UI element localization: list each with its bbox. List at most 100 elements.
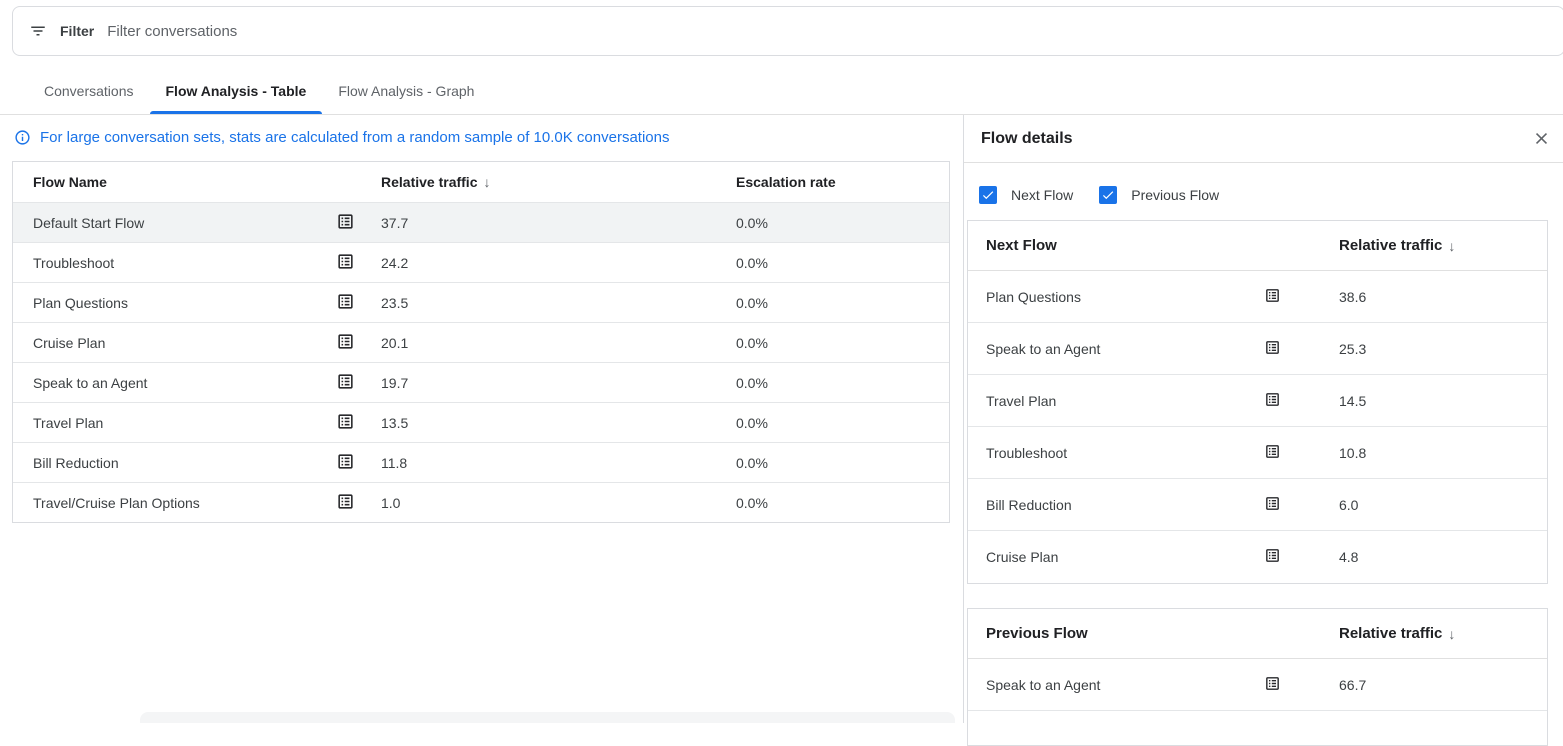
relative-traffic-value: 24.2 bbox=[381, 255, 736, 271]
list-alt-icon[interactable] bbox=[1264, 391, 1281, 408]
list-alt-icon[interactable] bbox=[1264, 675, 1281, 692]
list-alt-icon[interactable] bbox=[336, 332, 355, 351]
flow-table-row[interactable]: Bill Reduction 11.8 0.0% bbox=[13, 442, 949, 482]
column-header-flow-name: Flow Name bbox=[33, 174, 336, 190]
list-alt-icon[interactable] bbox=[336, 212, 355, 231]
flow-name: Travel Plan bbox=[986, 393, 1264, 409]
escalation-rate-value: 0.0% bbox=[736, 335, 949, 351]
panel-title: Flow details bbox=[981, 130, 1073, 148]
tab-bar: Conversations Flow Analysis - Table Flow… bbox=[0, 68, 1563, 115]
flow-table-row[interactable]: Default Start Flow 37.7 0.0% bbox=[13, 202, 949, 242]
flow-table-row[interactable]: Cruise Plan 20.1 0.0% bbox=[13, 322, 949, 362]
flow-table-header: Flow Name Relative traffic ↓ Escalation … bbox=[13, 162, 949, 202]
panel-flow-row[interactable]: Speak to an Agent 66.7 bbox=[968, 659, 1547, 711]
escalation-rate-value: 0.0% bbox=[736, 495, 949, 511]
info-banner: For large conversation sets, stats are c… bbox=[14, 129, 669, 146]
flow-name: Speak to an Agent bbox=[986, 341, 1264, 357]
filter-label: Filter bbox=[60, 23, 94, 39]
next-flow-table-body: Plan Questions 38.6 Speak to an Agent 25… bbox=[968, 271, 1547, 583]
flow-table-row[interactable]: Travel/Cruise Plan Options 1.0 0.0% bbox=[13, 482, 949, 522]
next-flow-traffic-header[interactable]: Relative traffic ↓ bbox=[1339, 237, 1547, 254]
relative-traffic-value: 1.0 bbox=[381, 495, 736, 511]
relative-traffic-value: 38.6 bbox=[1339, 289, 1547, 305]
previous-flow-table: Previous Flow Relative traffic ↓ Speak t… bbox=[967, 608, 1548, 746]
list-alt-icon[interactable] bbox=[1264, 495, 1281, 512]
next-flow-header: Next Flow bbox=[986, 237, 1264, 254]
list-alt-icon[interactable] bbox=[1264, 287, 1281, 304]
relative-traffic-value: 14.5 bbox=[1339, 393, 1547, 409]
list-alt-icon[interactable] bbox=[336, 252, 355, 271]
list-alt-icon[interactable] bbox=[336, 492, 355, 511]
flow-table-row[interactable]: Travel Plan 13.5 0.0% bbox=[13, 402, 949, 442]
list-alt-icon[interactable] bbox=[1264, 339, 1281, 356]
previous-flow-checkbox[interactable] bbox=[1099, 186, 1117, 204]
flow-name: Travel Plan bbox=[33, 415, 336, 431]
next-flow-table: Next Flow Relative traffic ↓ Plan Questi… bbox=[967, 220, 1548, 584]
previous-flow-header: Previous Flow bbox=[986, 625, 1264, 642]
flow-filter-checkboxes: Next Flow Previous Flow bbox=[979, 186, 1219, 204]
previous-flow-table-header: Previous Flow Relative traffic ↓ bbox=[968, 609, 1547, 659]
previous-flow-traffic-header[interactable]: Relative traffic ↓ bbox=[1339, 625, 1547, 642]
relative-traffic-value: 66.7 bbox=[1339, 677, 1547, 693]
relative-traffic-value: 6.0 bbox=[1339, 497, 1547, 513]
flow-details-panel: Flow details Next Flow Previous Flow Nex… bbox=[963, 115, 1563, 723]
list-alt-icon[interactable] bbox=[336, 372, 355, 391]
panel-flow-row[interactable]: Travel Plan 14.5 bbox=[968, 375, 1547, 427]
flow-name: Troubleshoot bbox=[986, 445, 1264, 461]
tab-flow-analysis-graph[interactable]: Flow Analysis - Graph bbox=[322, 68, 490, 114]
list-alt-icon[interactable] bbox=[1264, 443, 1281, 460]
escalation-rate-value: 0.0% bbox=[736, 455, 949, 471]
flow-name: Speak to an Agent bbox=[33, 375, 336, 391]
flow-name: Travel/Cruise Plan Options bbox=[33, 495, 336, 511]
flow-table-row[interactable]: Troubleshoot 24.2 0.0% bbox=[13, 242, 949, 282]
flow-name: Troubleshoot bbox=[33, 255, 336, 271]
flow-name: Cruise Plan bbox=[986, 549, 1264, 565]
panel-flow-row[interactable]: Plan Questions 38.6 bbox=[968, 271, 1547, 323]
escalation-rate-value: 0.0% bbox=[736, 215, 949, 231]
flow-table-row[interactable]: Plan Questions 23.5 0.0% bbox=[13, 282, 949, 322]
list-alt-icon[interactable] bbox=[336, 412, 355, 431]
column-header-escalation-rate[interactable]: Escalation rate bbox=[736, 174, 949, 190]
tab-conversations[interactable]: Conversations bbox=[28, 68, 150, 114]
tab-flow-analysis-table[interactable]: Flow Analysis - Table bbox=[150, 68, 323, 114]
escalation-rate-value: 0.0% bbox=[736, 375, 949, 391]
relative-traffic-value: 19.7 bbox=[381, 375, 736, 391]
panel-flow-row[interactable]: Speak to an Agent 25.3 bbox=[968, 323, 1547, 375]
relative-traffic-value: 10.8 bbox=[1339, 445, 1547, 461]
escalation-rate-value: 0.0% bbox=[736, 255, 949, 271]
sort-descending-icon: ↓ bbox=[483, 174, 490, 190]
sort-descending-icon: ↓ bbox=[1448, 238, 1455, 254]
panel-header: Flow details bbox=[964, 115, 1563, 163]
close-icon[interactable] bbox=[1530, 127, 1553, 150]
horizontal-scrollbar-hint[interactable] bbox=[140, 712, 955, 723]
flow-name: Plan Questions bbox=[33, 295, 336, 311]
filter-input[interactable] bbox=[107, 23, 1548, 40]
info-icon bbox=[14, 129, 31, 146]
relative-traffic-value: 20.1 bbox=[381, 335, 736, 351]
next-flow-checkbox-label: Next Flow bbox=[1011, 187, 1073, 203]
next-flow-checkbox[interactable] bbox=[979, 186, 997, 204]
relative-traffic-value: 4.8 bbox=[1339, 549, 1547, 565]
flow-name: Plan Questions bbox=[986, 289, 1264, 305]
flow-name: Bill Reduction bbox=[986, 497, 1264, 513]
panel-flow-row[interactable]: Bill Reduction 6.0 bbox=[968, 479, 1547, 531]
flow-table-body: Default Start Flow 37.7 0.0% Troubleshoo… bbox=[13, 202, 949, 522]
relative-traffic-value: 23.5 bbox=[381, 295, 736, 311]
filter-bar[interactable]: Filter bbox=[12, 6, 1563, 56]
list-alt-icon[interactable] bbox=[336, 452, 355, 471]
list-alt-icon[interactable] bbox=[1264, 547, 1281, 564]
flow-table: Flow Name Relative traffic ↓ Escalation … bbox=[12, 161, 950, 523]
next-flow-table-header: Next Flow Relative traffic ↓ bbox=[968, 221, 1547, 271]
column-header-relative-traffic[interactable]: Relative traffic ↓ bbox=[381, 174, 736, 190]
relative-traffic-value: 25.3 bbox=[1339, 341, 1547, 357]
escalation-rate-value: 0.0% bbox=[736, 415, 949, 431]
panel-flow-row[interactable]: Troubleshoot 10.8 bbox=[968, 427, 1547, 479]
flow-table-row[interactable]: Speak to an Agent 19.7 0.0% bbox=[13, 362, 949, 402]
flow-name: Speak to an Agent bbox=[986, 677, 1264, 693]
list-alt-icon[interactable] bbox=[336, 292, 355, 311]
panel-flow-row[interactable]: Cruise Plan 4.8 bbox=[968, 531, 1547, 583]
info-banner-text: For large conversation sets, stats are c… bbox=[40, 129, 669, 146]
escalation-rate-value: 0.0% bbox=[736, 295, 949, 311]
previous-flow-checkbox-label: Previous Flow bbox=[1131, 187, 1219, 203]
flow-name: Cruise Plan bbox=[33, 335, 336, 351]
